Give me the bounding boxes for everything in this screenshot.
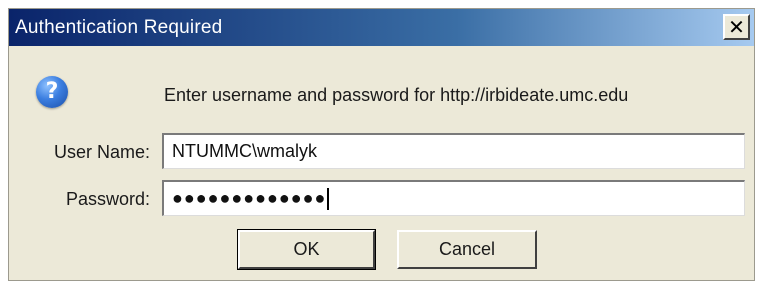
close-button[interactable]: ✕ (723, 14, 750, 40)
password-value: ●●●●●●●●●●●●● (172, 188, 327, 208)
password-field[interactable]: ●●●●●●●●●●●●● (162, 180, 745, 216)
close-icon: ✕ (728, 15, 745, 39)
dialog-title: Authentication Required (15, 16, 223, 38)
username-label: User Name: (53, 142, 150, 162)
prompt-message: Enter username and password for http://i… (164, 85, 629, 105)
username-value: NTUMMC\wmalyk (172, 141, 317, 161)
question-icon: ? (36, 76, 68, 108)
authentication-dialog: Authentication Required ✕ ? Enter userna… (8, 8, 755, 281)
username-field[interactable]: NTUMMC\wmalyk (162, 133, 745, 169)
text-caret (327, 187, 330, 210)
password-label: Password: (65, 189, 150, 209)
title-bar[interactable]: Authentication Required ✕ (9, 9, 754, 46)
question-icon-glyph: ? (45, 79, 59, 104)
cancel-button[interactable]: Cancel (397, 230, 537, 269)
ok-button[interactable]: OK (237, 229, 376, 270)
